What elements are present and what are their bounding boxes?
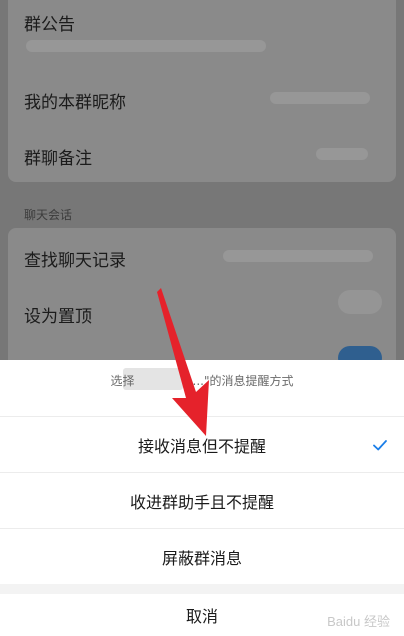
search-history-icons: [223, 250, 373, 262]
option-block-messages[interactable]: 屏蔽群消息: [0, 528, 404, 584]
chat-settings-card: 查找聊天记录 设为置顶: [8, 228, 396, 360]
option-label: 接收消息但不提醒: [137, 436, 266, 456]
nickname-value: [270, 92, 370, 104]
notification-action-sheet: 选择 ..."的消息提醒方式 接收消息但不提醒 收进群助手且不提醒 屏蔽群消息 取…: [0, 360, 404, 636]
announcement-label[interactable]: 群公告: [24, 10, 75, 35]
option-label: 收进群助手且不提醒: [129, 492, 274, 512]
settings-page: 群公告 我的本群昵称 群聊备注 聊天会话 查找聊天记录 设为置顶: [0, 0, 404, 370]
sheet-divider: [0, 584, 404, 594]
remark-label[interactable]: 群聊备注: [24, 144, 92, 169]
sheet-title-suffix: ..."的消息提醒方式: [192, 374, 294, 388]
check-icon: [373, 439, 387, 450]
remark-value: [316, 148, 368, 160]
search-history-label[interactable]: 查找聊天记录: [24, 246, 126, 271]
pin-label[interactable]: 设为置顶: [24, 302, 92, 327]
announcement-preview: [26, 40, 266, 52]
sheet-title: 选择 ..."的消息提醒方式: [0, 372, 404, 389]
option-move-to-assistant[interactable]: 收进群助手且不提醒: [0, 472, 404, 528]
group-settings-card: 群公告 我的本群昵称 群聊备注: [8, 0, 396, 182]
option-label: 屏蔽群消息: [161, 548, 242, 568]
sheet-title-prefix: 选择: [110, 374, 135, 388]
option-receive-no-alert[interactable]: 接收消息但不提醒: [0, 416, 404, 472]
nickname-label[interactable]: 我的本群昵称: [24, 88, 126, 113]
section-chat-title: 聊天会话: [24, 208, 73, 222]
pin-toggle[interactable]: [338, 290, 382, 314]
watermark: Baidu 经验: [327, 614, 390, 629]
